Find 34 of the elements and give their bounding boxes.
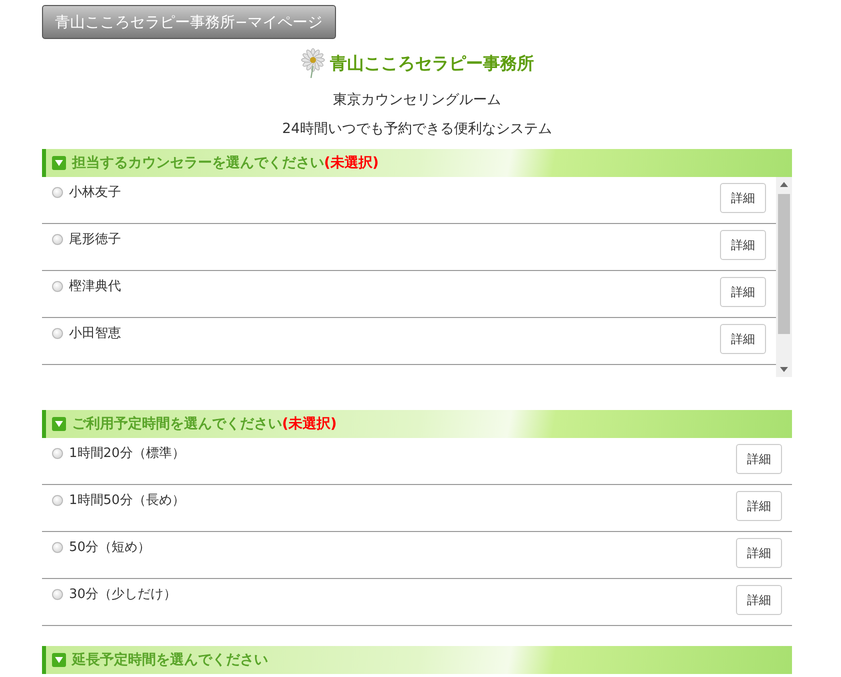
radio-button[interactable] xyxy=(52,448,63,458)
detail-button[interactable]: 詳細 xyxy=(720,230,766,260)
subtitle: 東京カウンセリングルーム xyxy=(332,91,502,109)
radio-button[interactable] xyxy=(52,494,63,506)
option-label: 小田智恵 xyxy=(69,325,121,342)
section-title: 延長予定時間を選んでください xyxy=(72,651,268,669)
up-arrow-icon[interactable] xyxy=(780,182,788,187)
option-label: 樫津典代 xyxy=(69,278,121,295)
option-label: 50分（短め） xyxy=(69,539,151,556)
logo-text: 青山こころセラピー事務所 xyxy=(330,52,534,74)
radio-button[interactable] xyxy=(52,186,63,198)
section-title: ご利用予定時間を選んでください(未選択) xyxy=(72,415,337,433)
radio-button[interactable] xyxy=(52,234,63,244)
detail-button[interactable]: 詳細 xyxy=(720,277,766,307)
option-label: 1時間50分（長め） xyxy=(69,492,185,509)
detail-button[interactable]: 詳細 xyxy=(720,183,766,213)
detail-button[interactable]: 詳細 xyxy=(736,538,782,568)
option-label: 30分（少しだけ） xyxy=(69,586,177,603)
option-label: 小林友子 xyxy=(69,184,121,201)
option-label: 尾形徳子 xyxy=(69,231,121,248)
section-title: 担当するカウンセラーを選んでください(未選択) xyxy=(72,154,379,172)
radio-button[interactable] xyxy=(52,588,63,600)
radio-button[interactable] xyxy=(52,280,63,292)
tagline: 24時間いつでも予約できる便利なシステム xyxy=(281,120,553,138)
radio-button[interactable] xyxy=(52,542,63,552)
radio-button[interactable] xyxy=(52,328,63,338)
detail-button[interactable]: 詳細 xyxy=(720,324,766,354)
detail-button[interactable]: 詳細 xyxy=(736,491,782,521)
down-arrow-icon[interactable] xyxy=(780,367,788,372)
option-label: 1時間20分（標準） xyxy=(69,445,185,462)
detail-button[interactable]: 詳細 xyxy=(736,444,782,474)
scrollbar[interactable] xyxy=(776,177,792,377)
detail-button[interactable]: 詳細 xyxy=(736,585,782,615)
daisy-icon xyxy=(300,48,326,78)
